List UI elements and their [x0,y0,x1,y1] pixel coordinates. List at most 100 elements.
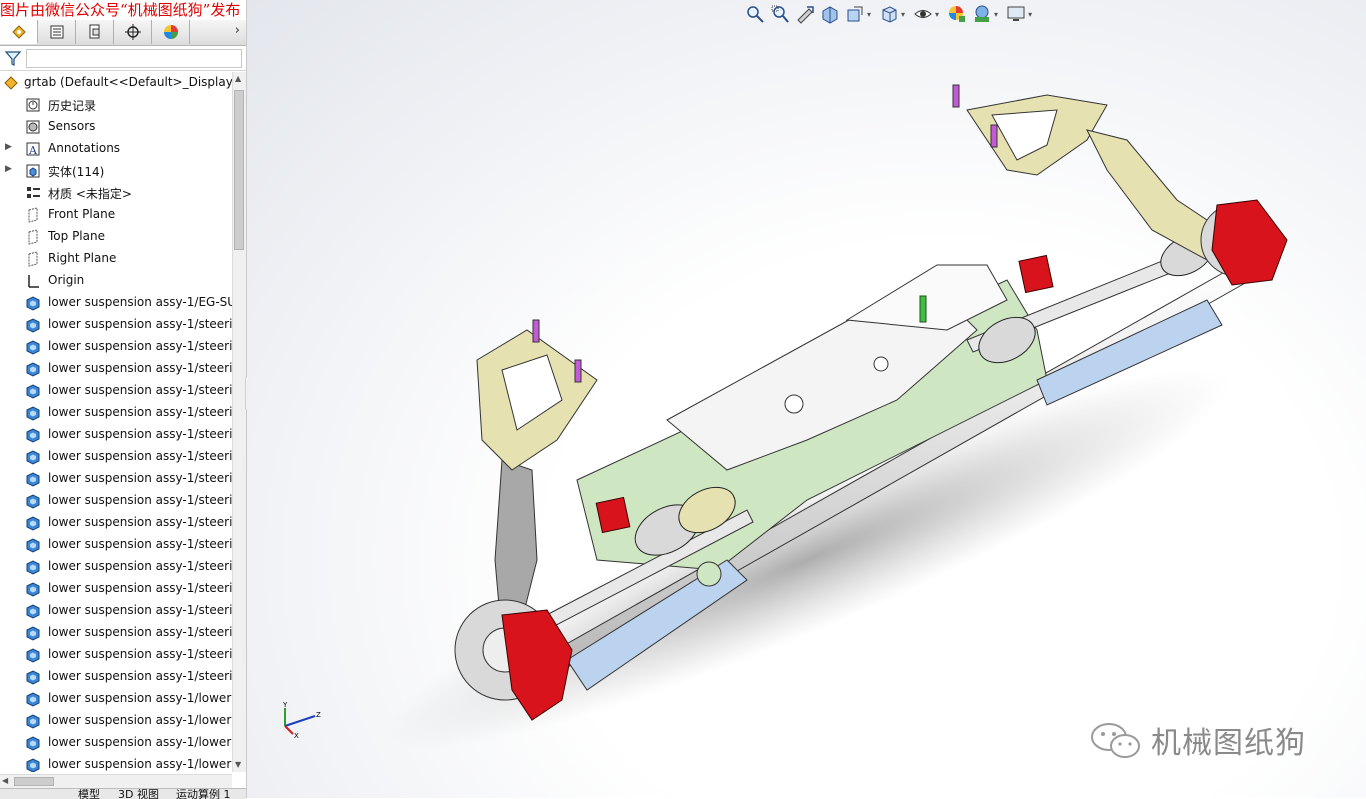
body-icon [25,471,41,487]
tree-item[interactable]: lower suspension assy-1/lower [0,688,232,710]
tree-item-label: lower suspension assy-1/steerin [48,669,232,683]
body-icon [25,735,41,751]
tree-item-label: Front Plane [48,207,116,221]
tree-scroll-thumb[interactable] [234,90,244,250]
body-icon [25,757,41,772]
body-icon [25,713,41,729]
tree-item-label: Origin [48,273,85,287]
dimxpert-manager-tab[interactable] [114,20,152,44]
view-settings-caret-icon[interactable]: ▾ [1028,10,1032,19]
tree-item-label: 材质 <未指定> [48,187,132,201]
tree-hscroll-thumb[interactable] [14,777,54,786]
body-icon [25,295,41,311]
tree-horizontal-scrollbar[interactable]: ◀ [0,774,232,788]
tree-item[interactable]: lower suspension assy-1/steerin [0,490,232,512]
tree-item[interactable]: lower suspension assy-1/steerin [0,512,232,534]
tree-item[interactable]: Sensors [0,116,232,138]
scroll-up-icon[interactable]: ▲ [235,74,241,83]
apply-scene-caret-icon[interactable]: ▾ [994,10,998,19]
tree-item[interactable]: 历史记录 [0,94,232,116]
tree-item[interactable]: lower suspension assy-1/steerin [0,578,232,600]
body-icon [25,669,41,685]
tree-item[interactable]: Top Plane [0,226,232,248]
tree-item[interactable]: lower suspension assy-1/EG-SU [0,292,232,314]
dynamic-annotation-button[interactable] [844,3,866,25]
tree-root[interactable]: grtab (Default<<Default>_Display [0,72,232,94]
tree-item-label: Top Plane [48,229,105,243]
tree-item-label: lower suspension assy-1/lower [48,713,232,727]
tree-item[interactable]: lower suspension assy-1/steerin [0,644,232,666]
property-manager-tab[interactable] [38,20,76,44]
body-icon [25,581,41,597]
tab-scroll-right-icon[interactable]: › [235,23,240,38]
scroll-down-icon[interactable]: ▼ [235,760,241,769]
crosshair-icon [124,24,141,40]
edit-appearance-button[interactable] [946,3,968,25]
view-settings-button[interactable] [1005,3,1027,25]
hide-show-caret-icon[interactable]: ▾ [935,10,939,19]
view-orientation-button[interactable] [878,3,900,25]
feature-manager-icon [11,24,26,39]
tree-item[interactable]: lower suspension assy-1/steerin [0,336,232,358]
mount-left[interactable] [595,496,631,534]
tree-item-label: lower suspension assy-1/steerin [48,449,232,463]
tree-item[interactable]: lower suspension assy-1/lower [0,710,232,732]
expand-arrow-icon[interactable]: ▶ [5,164,12,174]
graphics-viewport[interactable]: ▾ ▾ ▾ ▾ ▾ Y Z X 机械图纸狗 [247,0,1366,798]
tree-item[interactable]: lower suspension assy-1/steerin [0,314,232,336]
body-icon [25,559,41,575]
tree-item-label: lower suspension assy-1/EG-SU [48,295,232,309]
suspension-assembly-model[interactable] [247,0,1366,798]
previous-view-button[interactable] [794,3,816,25]
tree-item[interactable]: 材质 <未指定> [0,182,232,204]
tree-item[interactable]: lower suspension assy-1/steerin [0,534,232,556]
body-icon [25,691,41,707]
zoom-to-area-button[interactable] [769,3,791,25]
display-manager-tab[interactable] [152,20,190,44]
tree-item[interactable]: Origin [0,270,232,292]
body-icon [25,515,41,531]
tree-item-label: lower suspension assy-1/steerin [48,493,232,507]
apply-scene-button[interactable] [971,3,993,25]
configuration-manager-tab[interactable] [76,20,114,44]
tree-item-label: lower suspension assy-1/steerin [48,603,232,617]
tree-item[interactable]: lower suspension assy-1/steerin [0,622,232,644]
feature-manager-tab[interactable] [0,20,38,44]
body-icon [25,361,41,377]
tree-item-label: lower suspension assy-1/steerin [48,383,232,397]
tree-item[interactable]: ▶ A Annotations [0,138,232,160]
tree-item-label: lower suspension assy-1/steerin [48,559,232,573]
section-view-button[interactable] [819,3,841,25]
tree-item[interactable]: lower suspension assy-1/steerin [0,358,232,380]
tree-item[interactable]: Front Plane [0,204,232,226]
tree-item-label: lower suspension assy-1/steerin [48,625,232,639]
tree-item[interactable]: lower suspension assy-1/lower [0,732,232,754]
tree-item[interactable]: lower suspension assy-1/steerin [0,402,232,424]
tree-item[interactable]: ▶ 实体(114) [0,160,232,182]
tree-item[interactable]: lower suspension assy-1/steerin [0,424,232,446]
hide-show-button[interactable] [912,3,934,25]
scroll-left-icon[interactable]: ◀ [2,776,8,785]
tree-item[interactable]: lower suspension assy-1/lower [0,754,232,772]
tree-item[interactable]: lower suspension assy-1/steerin [0,446,232,468]
display-style-caret-icon[interactable]: ▾ [901,10,905,19]
mount-right[interactable] [1018,254,1054,294]
root-assembly-icon [3,75,19,91]
tree-item[interactable]: lower suspension assy-1/steerin [0,380,232,402]
tree-item[interactable]: lower suspension assy-1/steerin [0,468,232,490]
tree-item[interactable]: lower suspension assy-1/steerin [0,556,232,578]
tree-item[interactable]: Right Plane [0,248,232,270]
tree-item-label: Sensors [48,119,96,133]
body-icon [25,317,41,333]
tree-vertical-scrollbar[interactable]: ▲ ▼ [232,72,246,772]
filter-input[interactable] [26,49,242,68]
edit-appearance-icon [949,6,966,22]
filter-icon[interactable] [4,49,22,67]
expand-arrow-icon[interactable]: ▶ [5,142,12,152]
tree-item-label: 历史记录 [48,99,97,113]
view-orientation-caret-icon[interactable]: ▾ [867,10,871,19]
origin-icon [25,273,41,289]
tree-item[interactable]: lower suspension assy-1/steerin [0,600,232,622]
tree-item[interactable]: lower suspension assy-1/steerin [0,666,232,688]
zoom-to-fit-button[interactable] [744,3,766,25]
